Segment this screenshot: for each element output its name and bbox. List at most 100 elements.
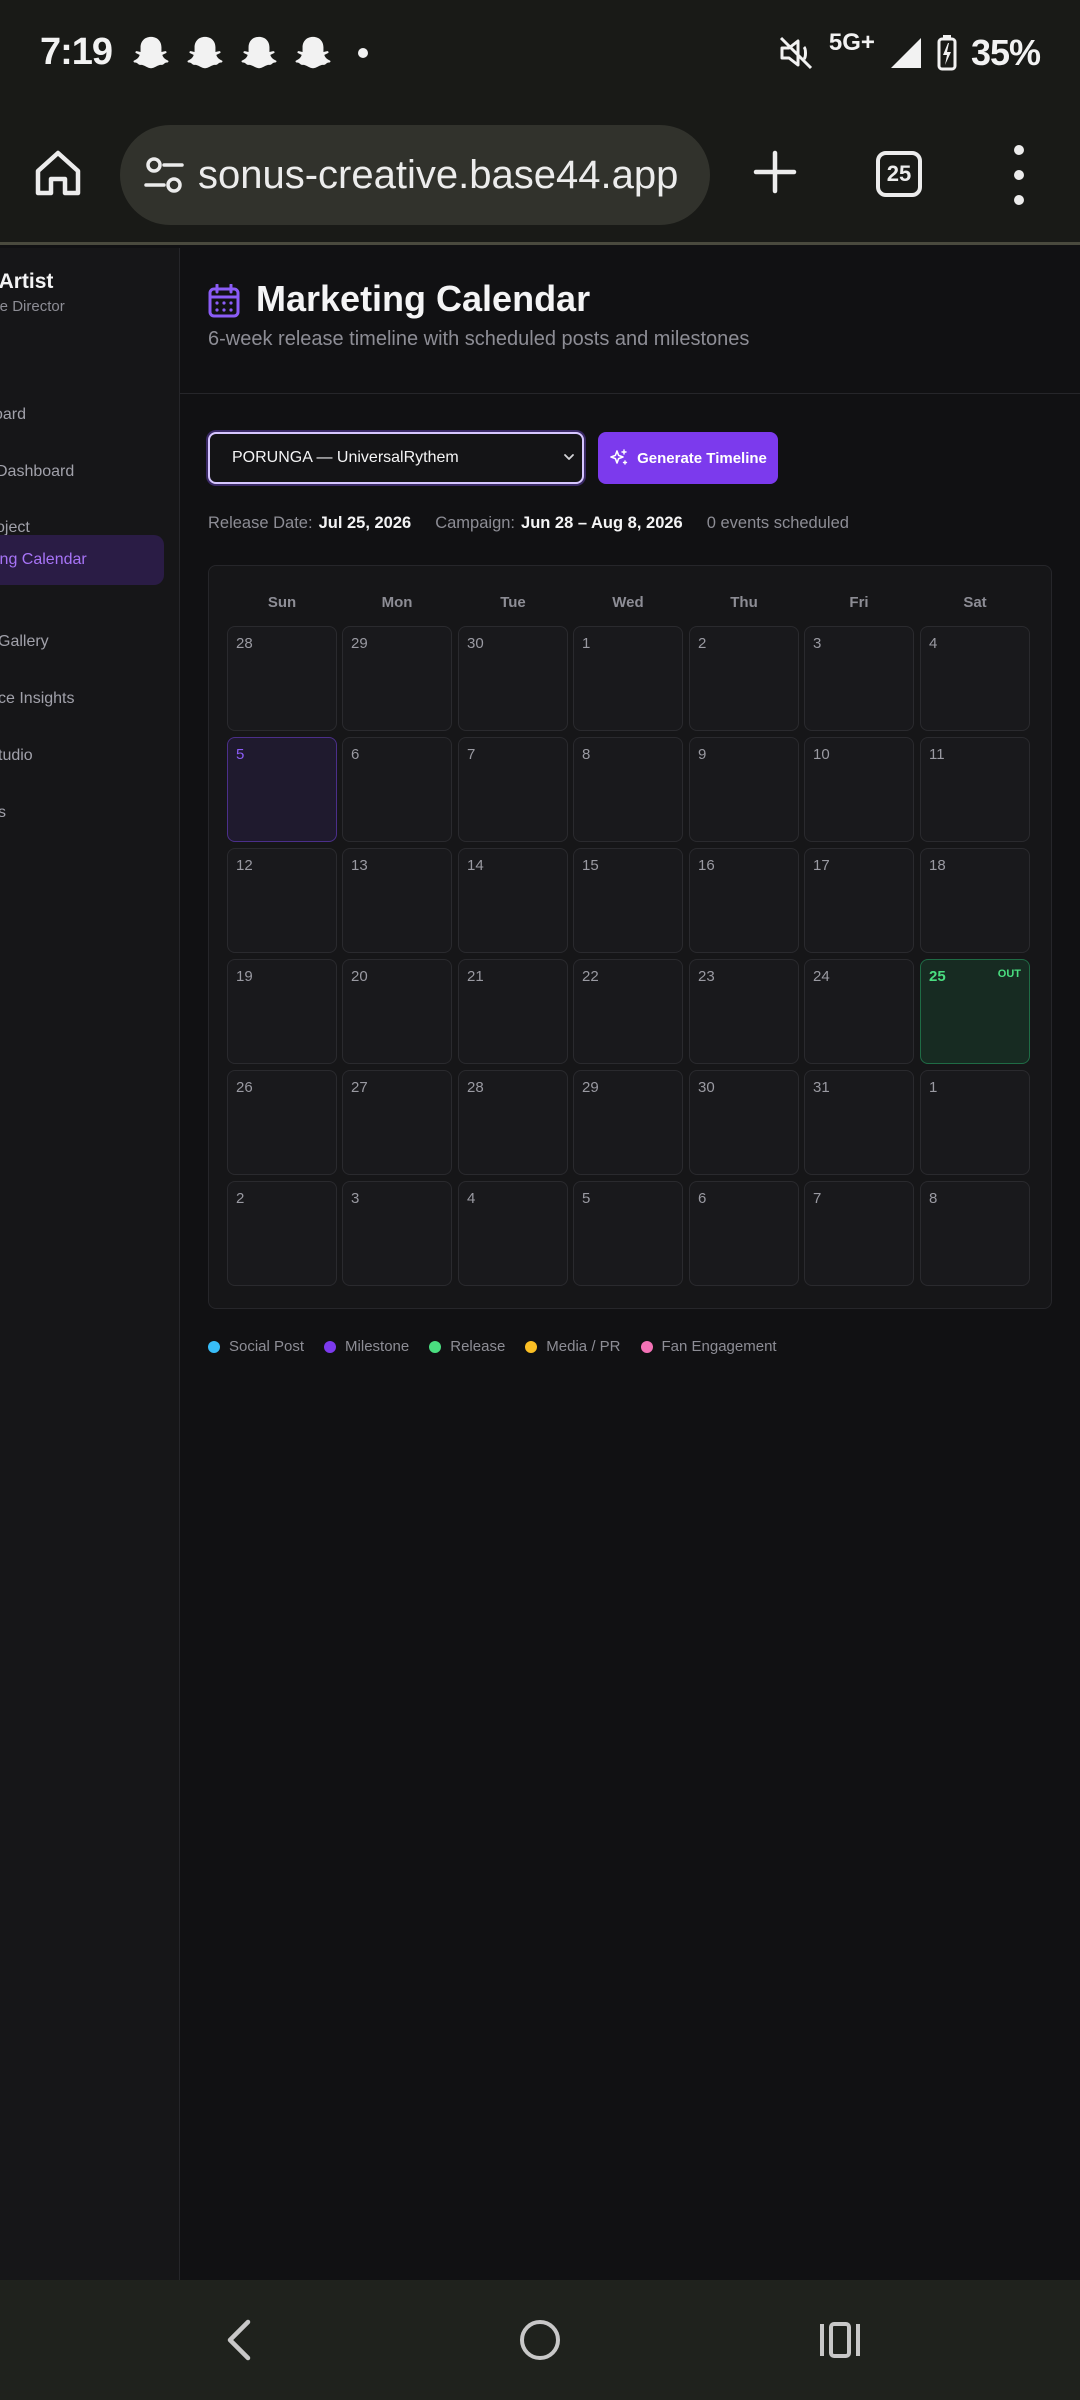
calendar-day[interactable]: 16 bbox=[689, 848, 799, 953]
calendar-day[interactable]: 24 bbox=[804, 959, 914, 1064]
sparkles-icon bbox=[610, 449, 628, 465]
day-number: 29 bbox=[351, 635, 368, 652]
day-number: 19 bbox=[236, 968, 253, 985]
calendar-day[interactable]: 3 bbox=[804, 626, 914, 731]
calendar-day[interactable]: 4 bbox=[920, 626, 1030, 731]
release-badge: OUT bbox=[997, 968, 1021, 980]
day-number: 3 bbox=[351, 1190, 360, 1207]
back-icon[interactable] bbox=[222, 2318, 258, 2362]
calendar-day[interactable]: 30 bbox=[689, 1070, 799, 1175]
day-number: 2 bbox=[698, 635, 707, 652]
release-date-value: Jul 25, 2026 bbox=[318, 514, 412, 532]
calendar-day[interactable]: 8 bbox=[573, 737, 683, 842]
day-number: 28 bbox=[236, 635, 253, 652]
calendar-day[interactable]: 29 bbox=[342, 626, 452, 731]
day-number: 2 bbox=[236, 1190, 245, 1207]
day-number: 25 bbox=[929, 968, 946, 985]
day-number: 30 bbox=[698, 1079, 715, 1096]
calendar-day[interactable]: 22 bbox=[573, 959, 683, 1064]
calendar-day[interactable]: 8 bbox=[920, 1181, 1030, 1286]
more-notifications-dot bbox=[358, 47, 369, 58]
calendar-day[interactable]: 6 bbox=[689, 1181, 799, 1286]
calendar-day[interactable]: 6 bbox=[342, 737, 452, 842]
legend-label: Media / PR bbox=[546, 1338, 621, 1355]
day-number: 29 bbox=[582, 1079, 599, 1096]
calendar-day[interactable]: 1 bbox=[573, 626, 683, 731]
calendar-day[interactable]: 30 bbox=[458, 626, 568, 731]
page-title: Marketing Calendar bbox=[256, 278, 591, 319]
weekday-header: Sun bbox=[267, 594, 297, 611]
day-number: 22 bbox=[582, 968, 599, 985]
calendar-day[interactable]: 14 bbox=[458, 848, 568, 953]
calendar-day[interactable]: 18 bbox=[920, 848, 1030, 953]
calendar-day[interactable]: 2 bbox=[689, 626, 799, 731]
home-icon[interactable] bbox=[32, 147, 84, 199]
calendar-day[interactable]: 12 bbox=[227, 848, 337, 953]
day-number: 15 bbox=[582, 857, 599, 874]
calendar-day-release[interactable]: 25 OUT bbox=[920, 959, 1030, 1064]
calendar-day[interactable]: 7 bbox=[458, 737, 568, 842]
calendar-day[interactable]: 21 bbox=[458, 959, 568, 1064]
legend-swatch bbox=[208, 1340, 220, 1353]
page-subtitle: 6-week release timeline with scheduled p… bbox=[208, 328, 750, 350]
calendar-day[interactable]: 28 bbox=[227, 626, 337, 731]
release-date-label: Release Date: bbox=[208, 514, 313, 532]
site-settings-icon[interactable] bbox=[142, 153, 186, 197]
sidebar-item-dashboard-2[interactable]: Dashboard bbox=[0, 447, 160, 497]
day-number: 17 bbox=[813, 857, 830, 874]
overflow-menu-icon[interactable] bbox=[1010, 145, 1028, 205]
calendar-day[interactable]: 29 bbox=[573, 1070, 683, 1175]
day-number: 7 bbox=[467, 746, 476, 763]
battery-charging-icon bbox=[937, 34, 957, 70]
weekday-header: Thu bbox=[730, 594, 758, 611]
calendar-day[interactable]: 19 bbox=[227, 959, 337, 1064]
day-number: 5 bbox=[582, 1190, 591, 1207]
day-number: 11 bbox=[929, 746, 945, 763]
calendar-day[interactable]: 31 bbox=[804, 1070, 914, 1175]
calendar-day[interactable]: 2 bbox=[227, 1181, 337, 1286]
project-select[interactable]: PORUNGA — UniversalRythem bbox=[208, 432, 584, 484]
recent-apps-icon[interactable] bbox=[818, 2320, 862, 2360]
sidebar-item-studio[interactable]: tudio bbox=[0, 731, 162, 781]
weekday-header: Tue bbox=[500, 594, 526, 611]
calendar-day[interactable]: 11 bbox=[920, 737, 1030, 842]
sidebar-item-insights[interactable]: ce Insights bbox=[0, 674, 162, 724]
calendar-day[interactable]: 15 bbox=[573, 848, 683, 953]
day-number: 8 bbox=[929, 1190, 938, 1207]
calendar-day[interactable]: 23 bbox=[689, 959, 799, 1064]
calendar-day[interactable]: 17 bbox=[804, 848, 914, 953]
tab-switcher-button[interactable]: 25 bbox=[876, 151, 922, 197]
calendar-day[interactable]: 20 bbox=[342, 959, 452, 1064]
day-number: 7 bbox=[813, 1190, 822, 1207]
generate-timeline-button[interactable]: Generate Timeline bbox=[598, 432, 778, 484]
web-page: ie Artist eative Director oard Dashboard… bbox=[0, 248, 1080, 2280]
calendar-day[interactable]: 1 bbox=[920, 1070, 1030, 1175]
calendar-day[interactable]: 7 bbox=[804, 1181, 914, 1286]
calendar-day[interactable]: 28 bbox=[458, 1070, 568, 1175]
address-bar[interactable]: sonus-creative.base44.app bbox=[120, 125, 710, 225]
calendar-day-today[interactable]: 5 bbox=[227, 737, 337, 842]
new-tab-icon[interactable] bbox=[752, 149, 798, 195]
day-number: 4 bbox=[929, 635, 938, 652]
calendar-day[interactable]: 13 bbox=[342, 848, 452, 953]
sidebar-item-marketing-calendar[interactable]: ing Calendar bbox=[0, 535, 164, 585]
sidebar-item-settings[interactable]: s bbox=[0, 788, 162, 838]
calendar-day[interactable]: 4 bbox=[458, 1181, 568, 1286]
legend-label: Release bbox=[450, 1338, 506, 1355]
weekday-header: Sat bbox=[963, 594, 987, 611]
calendar-day[interactable]: 9 bbox=[689, 737, 799, 842]
day-number: 31 bbox=[813, 1079, 830, 1096]
sidebar-item-dashboard[interactable]: oard bbox=[0, 390, 158, 440]
calendar-day[interactable]: 26 bbox=[227, 1070, 337, 1175]
system-nav-bar bbox=[0, 2280, 1080, 2400]
url-text[interactable]: sonus-creative.base44.app bbox=[198, 153, 678, 198]
sidebar-item-gallery[interactable]: Gallery bbox=[0, 617, 162, 667]
weekday-header: Fri bbox=[849, 594, 869, 611]
page-header: Marketing Calendar 6-week release timeli… bbox=[180, 248, 1080, 394]
calendar-day[interactable]: 3 bbox=[342, 1181, 452, 1286]
calendar-day[interactable]: 27 bbox=[342, 1070, 452, 1175]
calendar-day[interactable]: 5 bbox=[573, 1181, 683, 1286]
calendar-day[interactable]: 10 bbox=[804, 737, 914, 842]
snapchat-icon bbox=[295, 36, 331, 68]
home-button[interactable] bbox=[520, 2320, 560, 2360]
